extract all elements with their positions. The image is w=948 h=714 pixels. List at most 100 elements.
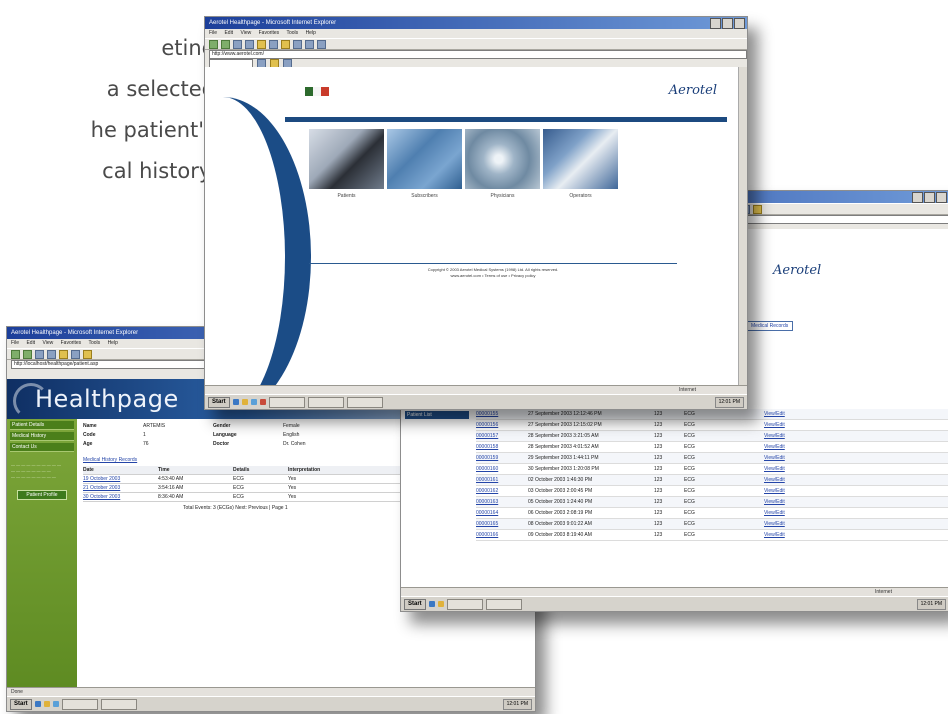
taskbar-window-button[interactable] <box>485 598 522 610</box>
forward-icon[interactable] <box>23 349 32 359</box>
stop-icon[interactable] <box>35 349 44 359</box>
ie-icon[interactable] <box>232 399 239 405</box>
table-cell[interactable]: View/Edit <box>764 475 834 485</box>
subscribers-photo[interactable] <box>387 129 462 189</box>
caption-patients[interactable]: Patients <box>309 193 384 199</box>
table-cell[interactable]: 19 October 2003 <box>83 475 158 483</box>
refresh-icon[interactable] <box>245 39 254 49</box>
footer-links[interactable]: www.aerotel.com • Terms of use • Privacy… <box>309 273 677 279</box>
flag-icon[interactable] <box>305 87 329 96</box>
table-cell[interactable]: 00000158 <box>476 442 528 452</box>
menu-view[interactable]: View <box>42 340 53 346</box>
menu-favorites[interactable]: Favorites <box>259 30 280 36</box>
aerotel-titlebar[interactable]: Aerotel Healthpage - Microsoft Internet … <box>205 17 747 29</box>
app-icon[interactable] <box>259 399 266 405</box>
minimize-button[interactable] <box>710 18 721 29</box>
table-cell[interactable]: View/Edit <box>764 497 834 507</box>
menu-tools[interactable]: Tools <box>88 340 100 346</box>
menu-help[interactable]: Help <box>108 340 118 346</box>
column-header[interactable]: Date <box>83 466 158 474</box>
address-input[interactable] <box>741 215 948 224</box>
maximize-button[interactable] <box>722 18 733 29</box>
favorites-icon[interactable] <box>83 349 92 359</box>
column-header[interactable]: Interpretation <box>288 466 368 474</box>
table-row[interactable]: 00000162 03 October 2003 2:00:45 PM 123 ECG… <box>476 486 948 497</box>
table-row[interactable]: 00000159 29 September 2003 1:44:11 PM 123 E… <box>476 453 948 464</box>
column-header[interactable]: Time <box>158 466 233 474</box>
table-cell[interactable]: 00000156 <box>476 420 528 430</box>
medical-history-link-text[interactable]: Medical History Records <box>83 457 137 463</box>
outlook-icon[interactable] <box>52 701 59 707</box>
ie-icon[interactable] <box>428 601 435 607</box>
outlook-icon[interactable] <box>250 399 257 405</box>
table-cell[interactable]: View/Edit <box>764 420 834 430</box>
folder-icon[interactable] <box>43 701 50 707</box>
search-icon[interactable] <box>71 349 80 359</box>
menu-file[interactable]: File <box>11 340 19 346</box>
table-cell[interactable]: View/Edit <box>764 431 834 441</box>
table-cell[interactable]: View/Edit <box>764 453 834 463</box>
menu-file[interactable]: File <box>209 30 217 36</box>
table-cell[interactable]: 00000165 <box>476 519 528 529</box>
operators-photo[interactable] <box>543 129 618 189</box>
patient-profile-button[interactable]: Patient Profile <box>17 490 67 500</box>
print-icon[interactable] <box>317 39 326 49</box>
maximize-button[interactable] <box>924 192 935 203</box>
table-row[interactable]: 00000165 08 October 2003 9:01:22 AM 123 ECG… <box>476 519 948 530</box>
minimize-button[interactable] <box>912 192 923 203</box>
nav-contact-us[interactable]: Contact Us <box>10 443 74 452</box>
patients-photo[interactable] <box>309 129 384 189</box>
physicians-photo[interactable] <box>465 129 540 189</box>
menu-edit[interactable]: Edit <box>224 30 233 36</box>
table-cell[interactable]: 00000162 <box>476 486 528 496</box>
home-icon[interactable] <box>753 204 762 214</box>
table-cell[interactable]: View/Edit <box>764 486 834 496</box>
table-cell[interactable]: 00000155 <box>476 409 528 419</box>
menu-view[interactable]: View <box>240 30 251 36</box>
caption-physicians[interactable]: Physicians <box>465 193 540 199</box>
table-cell[interactable]: View/Edit <box>764 519 834 529</box>
caption-subscribers[interactable]: Subscribers <box>387 193 462 199</box>
folder-icon[interactable] <box>241 399 248 405</box>
table-cell[interactable]: 21 October 2003 <box>83 484 158 492</box>
table-cell[interactable]: 00000157 <box>476 431 528 441</box>
folder-icon[interactable] <box>437 601 444 607</box>
table-row[interactable]: 00000157 28 September 2003 3:21:05 AM 123 E… <box>476 431 948 442</box>
taskbar-window-button[interactable] <box>446 598 483 610</box>
start-button[interactable]: Start <box>404 598 426 610</box>
table-cell[interactable]: 00000163 <box>476 497 528 507</box>
mail-icon[interactable] <box>305 39 314 49</box>
refresh-icon[interactable] <box>47 349 56 359</box>
table-row[interactable]: 00000160 30 September 2003 1:20:08 PM 123 E… <box>476 464 948 475</box>
close-button[interactable] <box>734 18 745 29</box>
table-cell[interactable]: 00000166 <box>476 530 528 540</box>
taskbar-window-button[interactable] <box>307 396 344 408</box>
tab-medical-records[interactable]: Medical Records <box>746 321 794 331</box>
menu-edit[interactable]: Edit <box>26 340 35 346</box>
taskbar-window-button[interactable] <box>268 396 305 408</box>
taskbar-window-button[interactable] <box>346 396 383 408</box>
history-icon[interactable] <box>293 39 302 49</box>
table-row[interactable]: 00000158 28 September 2003 4:01:52 AM 123 E… <box>476 442 948 453</box>
search-icon[interactable] <box>269 39 278 49</box>
table-row[interactable]: 00000166 09 October 2003 8:19:40 AM 123 ECG… <box>476 530 948 541</box>
nav-medical-history[interactable]: Medical History <box>10 432 74 441</box>
back-icon[interactable] <box>209 39 218 49</box>
menu-favorites[interactable]: Favorites <box>61 340 82 346</box>
ie-icon[interactable] <box>34 701 41 707</box>
table-cell[interactable]: View/Edit <box>764 442 834 452</box>
vertical-scrollbar[interactable] <box>738 67 747 386</box>
table-cell[interactable]: 00000160 <box>476 464 528 474</box>
favorites-icon[interactable] <box>281 39 290 49</box>
taskbar-window-button[interactable] <box>100 698 137 710</box>
table-cell[interactable]: View/Edit <box>764 409 834 419</box>
table-cell[interactable]: View/Edit <box>764 464 834 474</box>
table-row[interactable]: 00000163 05 October 2003 1:24:40 PM 123 ECG… <box>476 497 948 508</box>
table-cell[interactable]: 00000161 <box>476 475 528 485</box>
table-cell[interactable]: 00000164 <box>476 508 528 518</box>
forward-icon[interactable] <box>221 39 230 49</box>
close-button[interactable] <box>936 192 947 203</box>
caption-operators[interactable]: Operators <box>543 193 618 199</box>
taskbar-window-button[interactable] <box>61 698 98 710</box>
back-icon[interactable] <box>11 349 20 359</box>
